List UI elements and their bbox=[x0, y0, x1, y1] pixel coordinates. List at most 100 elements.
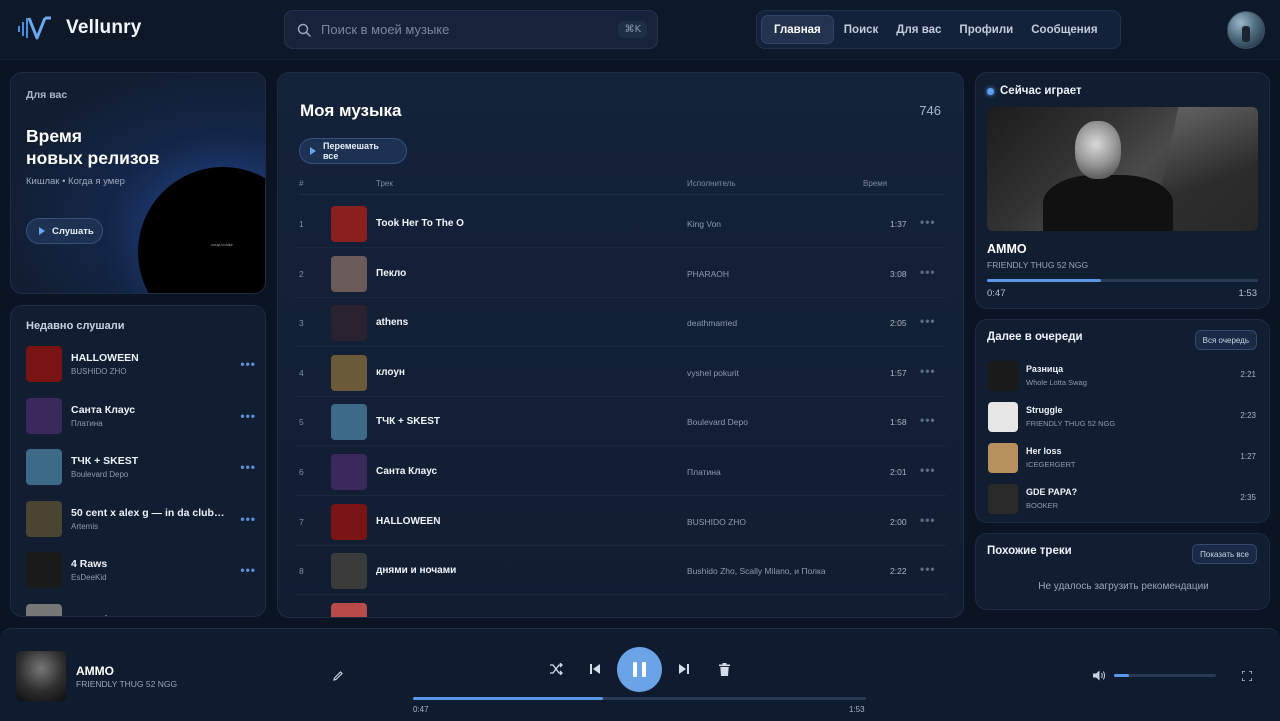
fullscreen-icon[interactable] bbox=[1240, 669, 1254, 683]
shuffle-all-button[interactable]: Перемешать все bbox=[299, 138, 407, 164]
recent-item[interactable]: Санта Клаус Платина ••• bbox=[26, 397, 256, 434]
recent-item[interactable]: ТЧК + SKEST Boulevard Depo ••• bbox=[26, 449, 256, 485]
track-artist: BUSHIDO ZHO bbox=[687, 516, 747, 527]
queue-item-cover bbox=[988, 443, 1018, 473]
table-row[interactable]: 4 клоун vyshel pokurit 1:57 ••• bbox=[295, 348, 946, 397]
col-time[interactable]: Время bbox=[863, 179, 887, 188]
nav-search[interactable]: Поиск bbox=[836, 15, 887, 44]
shuffle-icon[interactable] bbox=[547, 661, 565, 677]
recent-item[interactable]: 4 Raws EsDeeKid ••• bbox=[26, 552, 256, 588]
track-cover bbox=[331, 553, 367, 590]
track-name: днями и ночами bbox=[376, 565, 457, 577]
track-duration: 1:58 bbox=[890, 417, 907, 428]
track-name: athens bbox=[376, 317, 409, 329]
nav-for-you[interactable]: Для вас bbox=[888, 15, 949, 44]
pause-button[interactable] bbox=[617, 647, 662, 692]
recent-item-artist: BUSHIDO ZHO bbox=[71, 367, 127, 376]
recent-item[interactable]: 50 cent x alex g — in da club f... Artemi… bbox=[26, 500, 256, 537]
queue-item[interactable]: GDE PAPA? BOOKER 2:35 bbox=[988, 484, 1258, 514]
recent-item-artist: Artemis bbox=[71, 521, 99, 531]
now-playing-duration: 1:53 bbox=[1238, 288, 1258, 299]
more-options-icon[interactable]: ••• bbox=[240, 512, 256, 526]
table-row[interactable]: 8 днями и ночами Bushido Zho, Scally Milan… bbox=[295, 546, 946, 596]
more-options-icon[interactable]: ••• bbox=[920, 364, 936, 378]
now-playing-header: Сейчас играет bbox=[987, 85, 1082, 97]
queue-item-cover bbox=[988, 484, 1018, 514]
album-disc-art bbox=[138, 167, 265, 293]
recent-item[interactable]: HALLOWEEN BUSHIDO ZHO ••• bbox=[26, 346, 256, 382]
more-options-icon[interactable]: ••• bbox=[240, 409, 256, 423]
queue-item[interactable]: Struggle FRIENDLY THUG 52 NGG 2:23 bbox=[988, 402, 1258, 432]
more-options-icon[interactable]: ••• bbox=[240, 460, 256, 474]
show-all-button[interactable]: Показать все bbox=[1192, 544, 1257, 564]
track-cover bbox=[331, 404, 367, 441]
previous-icon[interactable] bbox=[586, 661, 604, 677]
track-duration: 2:22 bbox=[890, 566, 907, 577]
search-input[interactable] bbox=[321, 22, 619, 37]
track-cover bbox=[331, 503, 367, 540]
search-box[interactable]: ⌘K bbox=[284, 10, 658, 49]
recent-item-meta: Санта Клаус Платина bbox=[71, 404, 226, 428]
queue-item-duration: 2:21 bbox=[1240, 370, 1256, 379]
more-options-icon[interactable]: ••• bbox=[920, 463, 936, 477]
queue-item[interactable]: Her loss ICEGERGERT 1:27 bbox=[988, 443, 1258, 473]
now-playing-progress[interactable] bbox=[987, 279, 1258, 282]
player-artwork bbox=[16, 651, 66, 701]
now-playing-panel: Сейчас играет AMMO FRIENDLY THUG 52 NGG … bbox=[975, 72, 1270, 309]
player-progress-bar[interactable] bbox=[413, 697, 866, 700]
nav-messages[interactable]: Сообщения bbox=[1023, 15, 1105, 44]
queue-item-artist: ICEGERGERT bbox=[1026, 460, 1076, 469]
live-indicator-icon bbox=[987, 87, 994, 95]
table-row[interactable]: 2 Пекло PHARAOH 3:08 ••• bbox=[295, 249, 946, 298]
recent-item-name: 4 Raws bbox=[71, 558, 108, 570]
queue-item[interactable]: Разница Whole Lotta Swag 2:21 bbox=[988, 361, 1258, 391]
track-duration: 1:57 bbox=[890, 367, 907, 378]
table-row[interactable]: 6 Санта Клаус Платина 2:01 ••• bbox=[295, 447, 946, 496]
table-row[interactable]: 3 athens deathmarried 2:05 ••• bbox=[295, 298, 946, 348]
recent-item-name: Санта Клаус bbox=[71, 403, 136, 416]
table-row[interactable]: 7 HALLOWEEN BUSHIDO ZHO 2:00 ••• bbox=[295, 497, 946, 546]
more-options-icon[interactable]: ••• bbox=[920, 215, 936, 229]
player-title: AMMO bbox=[76, 664, 114, 678]
now-playing-artwork bbox=[987, 107, 1258, 231]
more-options-icon[interactable]: ••• bbox=[240, 357, 256, 371]
track-artist: King Von bbox=[687, 219, 722, 229]
more-options-icon[interactable]: ••• bbox=[920, 562, 936, 576]
queue-panel: Далее в очереди Вся очередь Разница Whole… bbox=[975, 319, 1270, 523]
track-name: Пекло bbox=[376, 267, 407, 279]
hero-listen-button[interactable]: Слушать bbox=[26, 218, 103, 244]
full-queue-button[interactable]: Вся очередь bbox=[1194, 330, 1257, 350]
queue-item-cover bbox=[988, 402, 1018, 432]
player-duration: 1:53 bbox=[849, 705, 865, 714]
trash-icon[interactable] bbox=[715, 661, 733, 677]
more-options-icon[interactable]: ••• bbox=[920, 265, 936, 279]
track-number: 5 bbox=[299, 417, 304, 428]
nav-profiles[interactable]: Профили bbox=[951, 15, 1021, 44]
next-icon[interactable] bbox=[675, 661, 693, 677]
user-avatar[interactable] bbox=[1227, 11, 1265, 49]
similar-title: Похожие треки bbox=[987, 545, 1072, 557]
recent-title: Недавно слушали bbox=[26, 320, 125, 332]
col-artist[interactable]: Исполнитель bbox=[687, 179, 736, 188]
track-artist: Boulevard Depo bbox=[687, 417, 748, 428]
more-options-icon[interactable]: ••• bbox=[920, 413, 936, 427]
similar-empty-message: Не удалось загрузить рекомендации bbox=[1038, 581, 1209, 592]
volume-icon[interactable] bbox=[1091, 668, 1107, 682]
table-row[interactable]: 1 Took Her To The O King Von 1:37 ••• bbox=[295, 199, 946, 248]
track-name: Санта Клаус bbox=[376, 466, 438, 477]
volume-slider[interactable] bbox=[1114, 674, 1216, 677]
table-row[interactable]: 5 ТЧК + SKEST Boulevard Depo 1:58 ••• bbox=[295, 397, 946, 447]
recently-played-panel: Недавно слушали HALLOWEEN BUSHIDO ZHO ••• С… bbox=[10, 305, 266, 617]
logo[interactable]: Vellunry bbox=[18, 15, 142, 41]
recent-item-meta: Tapped In bbox=[71, 614, 226, 616]
nav-home[interactable]: Главная bbox=[761, 15, 834, 44]
more-options-icon[interactable]: ••• bbox=[240, 563, 256, 577]
col-track[interactable]: Трек bbox=[376, 179, 393, 188]
more-options-icon[interactable]: ••• bbox=[920, 314, 936, 328]
queue-item-cover bbox=[988, 361, 1018, 391]
track-artist: PHARAOH bbox=[687, 268, 730, 279]
more-options-icon[interactable]: ••• bbox=[920, 513, 936, 527]
edit-icon[interactable] bbox=[331, 669, 345, 683]
recent-item[interactable]: Tapped In bbox=[26, 603, 256, 616]
recent-item-cover bbox=[26, 346, 62, 382]
